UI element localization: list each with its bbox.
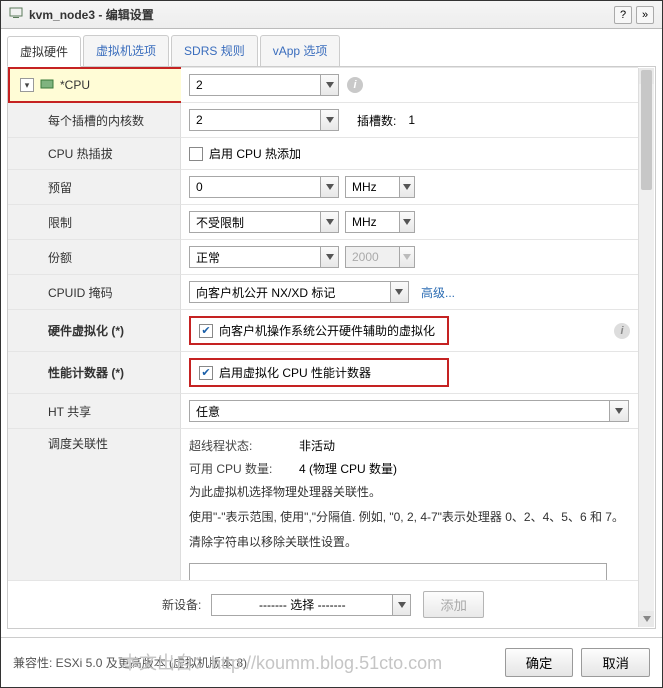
chevron-down-icon[interactable]: [390, 282, 408, 302]
cpuid-mask-label: CPUID 掩码: [8, 275, 181, 310]
cancel-button[interactable]: 取消: [581, 648, 650, 677]
chevron-down-icon[interactable]: [399, 177, 414, 197]
chevron-down-icon[interactable]: [320, 110, 338, 130]
hotplug-checkbox[interactable]: [189, 147, 203, 161]
info-icon[interactable]: i: [347, 77, 363, 93]
tab-vapp-options[interactable]: vApp 选项: [260, 35, 341, 66]
scrollbar[interactable]: [638, 68, 654, 627]
chevron-down-icon[interactable]: [320, 177, 338, 197]
cpu-header-label: *CPU: [60, 78, 90, 92]
cpu-section-header[interactable]: ▾ *CPU: [8, 67, 181, 103]
help-button[interactable]: ?: [614, 6, 632, 24]
ht-state-value: 非活动: [299, 437, 335, 454]
new-device-value[interactable]: [212, 595, 392, 615]
new-device-label: 新设备:: [162, 596, 201, 613]
sched-desc3: 清除字符串以移除关联性设置。: [189, 533, 630, 552]
sched-desc1: 为此虚拟机选择物理处理器关联性。: [189, 483, 630, 502]
tab-virtual-hardware[interactable]: 虚拟硬件: [7, 36, 81, 67]
limit-label: 限制: [8, 205, 181, 240]
reservation-unit-select[interactable]: [345, 176, 415, 198]
new-device-select[interactable]: [211, 594, 411, 616]
shares-value[interactable]: [190, 247, 320, 267]
cpu-count-select[interactable]: [189, 74, 339, 96]
cores-per-socket-select[interactable]: [189, 109, 339, 131]
chevron-down-icon[interactable]: [320, 75, 338, 95]
limit-select[interactable]: [189, 211, 339, 233]
add-device-button[interactable]: 添加: [423, 591, 484, 618]
chevron-down-icon: [399, 247, 414, 267]
cores-value[interactable]: [190, 110, 320, 130]
shares-label: 份额: [8, 240, 181, 275]
chevron-down-icon[interactable]: [320, 247, 338, 267]
shares-num: [345, 246, 415, 268]
ht-state-key: 超线程状态:: [189, 437, 299, 454]
chevron-down-icon[interactable]: [392, 595, 410, 615]
ht-sharing-label: HT 共享: [8, 394, 181, 429]
perf-counter-label: 性能计数器 (*): [8, 352, 181, 394]
collapse-icon[interactable]: ▾: [20, 78, 34, 92]
chevron-down-icon[interactable]: [609, 401, 628, 421]
hw-virtualization-checkbox[interactable]: ✔: [199, 324, 213, 338]
hotplug-label: CPU 热插拔: [8, 138, 181, 170]
hw-virtualization-label: 硬件虚拟化 (*): [8, 310, 181, 352]
perf-counter-cb-label: 启用虚拟化 CPU 性能计数器: [219, 364, 371, 381]
scheduling-affinity-label: 调度关联性: [8, 429, 181, 580]
tab-sdrs-rules[interactable]: SDRS 规则: [171, 35, 258, 66]
window-title: kvm_node3 - 编辑设置: [29, 6, 610, 23]
shares-select[interactable]: [189, 246, 339, 268]
ok-button[interactable]: 确定: [505, 648, 574, 677]
limit-unit-select[interactable]: [345, 211, 415, 233]
ht-sharing-value[interactable]: [190, 401, 609, 421]
chevron-down-icon[interactable]: [320, 212, 338, 232]
scroll-down-icon[interactable]: [639, 611, 654, 627]
scrollbar-thumb[interactable]: [641, 70, 652, 190]
info-icon[interactable]: i: [614, 323, 630, 339]
sched-desc2: 使用"-"表示范围, 使用","分隔值. 例如, "0, 2, 4-7"表示处理…: [189, 508, 630, 527]
cpuid-mask-select[interactable]: [189, 281, 409, 303]
sockets-label: 插槽数:: [357, 112, 396, 129]
cores-per-socket-label: 每个插槽的内核数: [8, 103, 181, 138]
scheduling-affinity-input[interactable]: [189, 563, 607, 580]
hw-virtualization-cb-label: 向客户机操作系统公开硬件辅助的虚拟化: [219, 322, 435, 339]
cpu-count-value[interactable]: [190, 75, 320, 95]
avail-cpu-key: 可用 CPU 数量:: [189, 460, 299, 477]
reservation-value[interactable]: [190, 177, 320, 197]
vm-icon: [9, 6, 23, 23]
avail-cpu-value: 4 (物理 CPU 数量): [299, 460, 397, 477]
shares-num-value: [346, 247, 399, 267]
cpuid-advanced-link[interactable]: 高级...: [421, 284, 455, 301]
cpu-icon: [40, 78, 54, 92]
hotplug-cb-label: 启用 CPU 热添加: [209, 145, 301, 162]
reservation-label: 预留: [8, 170, 181, 205]
ht-sharing-select[interactable]: [189, 400, 629, 422]
limit-unit[interactable]: [346, 212, 399, 232]
tab-vm-options[interactable]: 虚拟机选项: [83, 35, 169, 66]
compatibility-text: 兼容性: ESXi 5.0 及更高版本 (虚拟机版本 8): [13, 654, 497, 671]
perf-counter-checkbox[interactable]: ✔: [199, 366, 213, 380]
sockets-value: 1: [408, 113, 415, 127]
chevron-down-icon[interactable]: [399, 212, 414, 232]
cpuid-mask-value[interactable]: [190, 282, 390, 302]
reservation-select[interactable]: [189, 176, 339, 198]
reservation-unit[interactable]: [346, 177, 399, 197]
limit-value[interactable]: [190, 212, 320, 232]
popout-button[interactable]: »: [636, 6, 654, 24]
